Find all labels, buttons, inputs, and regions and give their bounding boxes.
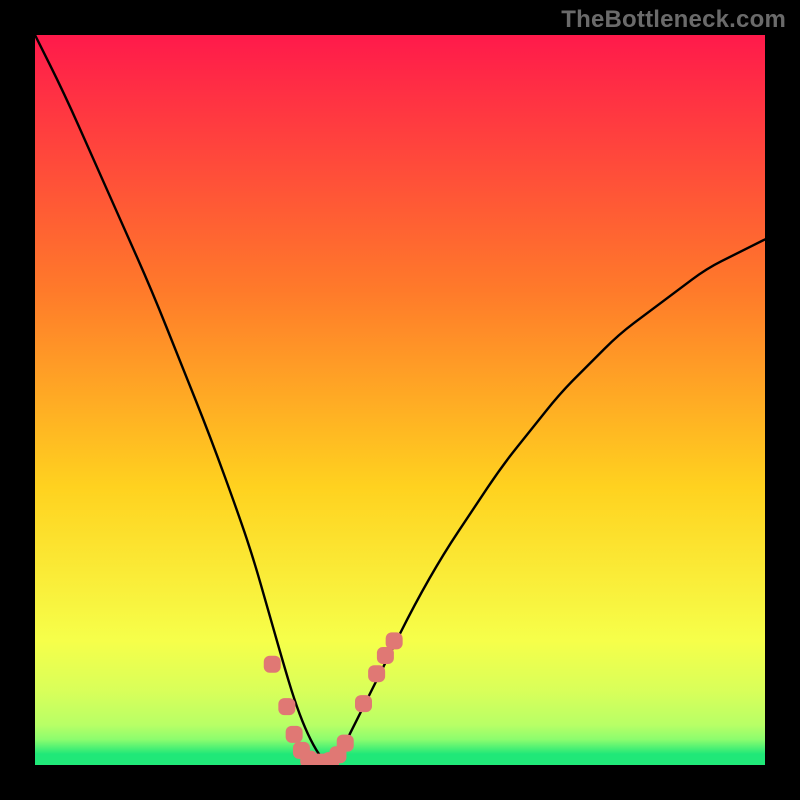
gradient-background (35, 35, 765, 765)
marker-point (386, 632, 403, 649)
marker-point (368, 665, 385, 682)
plot-area (35, 35, 765, 765)
marker-point (278, 698, 295, 715)
marker-point (355, 695, 372, 712)
chart-frame: TheBottleneck.com (0, 0, 800, 800)
marker-point (377, 647, 394, 664)
marker-point (286, 726, 303, 743)
marker-point (337, 735, 354, 752)
bottleneck-chart (35, 35, 765, 765)
marker-point (264, 656, 281, 673)
watermark-text: TheBottleneck.com (561, 6, 786, 34)
